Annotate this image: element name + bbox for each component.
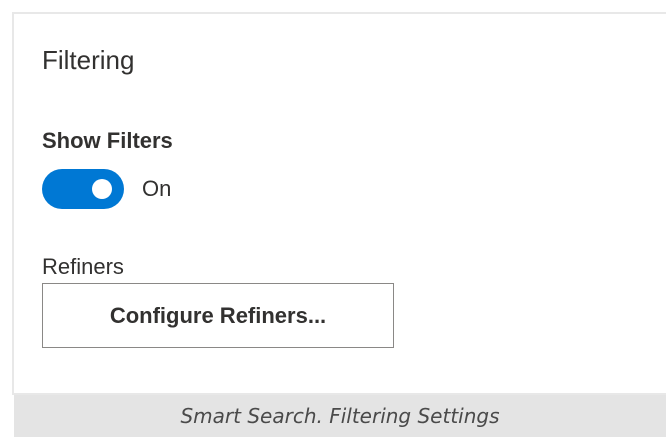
show-filters-toggle-row: On: [42, 169, 171, 209]
refiners-label: Refiners: [42, 254, 124, 279]
section-title: Filtering: [42, 45, 135, 75]
toggle-state-text: On: [142, 176, 172, 201]
show-filters-toggle[interactable]: [42, 169, 124, 209]
figure-caption: Smart Search. Filtering Settings: [14, 395, 666, 437]
toggle-thumb: [92, 179, 112, 199]
configure-refiners-button[interactable]: Configure Refiners...: [42, 283, 394, 348]
show-filters-label: Show Filters: [42, 128, 173, 153]
